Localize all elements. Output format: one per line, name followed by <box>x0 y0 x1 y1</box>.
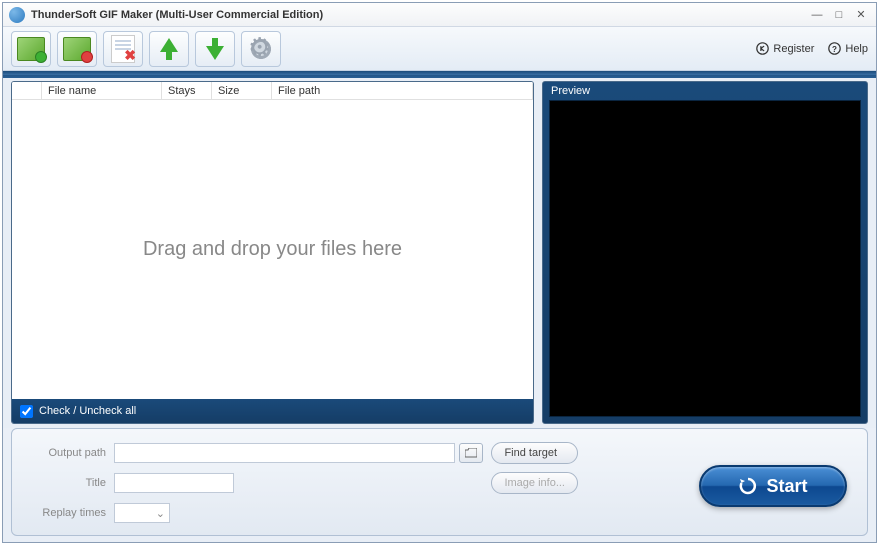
app-window: ThunderSoft GIF Maker (Multi-User Commer… <box>2 2 877 543</box>
toolbar: Register ? Help <box>3 27 876 71</box>
remove-image-icon <box>63 37 91 61</box>
browse-button[interactable] <box>459 443 483 463</box>
register-link[interactable]: Register <box>756 42 814 55</box>
arrow-up-icon <box>160 38 178 60</box>
col-filepath[interactable]: File path <box>272 82 533 99</box>
col-filename[interactable]: File name <box>42 82 162 99</box>
help-link[interactable]: ? Help <box>828 42 868 55</box>
drop-zone[interactable]: Drag and drop your files here <box>12 100 533 399</box>
help-icon: ? <box>828 42 841 55</box>
file-list: File name Stays Size File path Drag and … <box>12 82 533 399</box>
drop-zone-text: Drag and drop your files here <box>143 238 402 261</box>
clear-list-button[interactable] <box>103 31 143 67</box>
check-all-checkbox[interactable] <box>20 405 33 418</box>
start-label: Start <box>766 476 807 497</box>
image-info-button[interactable]: Image info... <box>491 472 578 494</box>
title-label: Title <box>26 477 106 489</box>
find-target-button[interactable]: Find target <box>491 442 578 464</box>
minimize-button[interactable]: — <box>808 8 826 22</box>
output-form: Output path Find target Title Image info… <box>26 441 586 523</box>
check-all-label: Check / Uncheck all <box>39 405 136 417</box>
window-title: ThunderSoft GIF Maker (Multi-User Commer… <box>31 9 804 21</box>
settings-button[interactable] <box>241 31 281 67</box>
titlebar: ThunderSoft GIF Maker (Multi-User Commer… <box>3 3 876 27</box>
svg-text:?: ? <box>832 45 837 54</box>
clear-doc-icon <box>111 35 135 63</box>
register-icon <box>756 42 769 55</box>
col-size[interactable]: Size <box>212 82 272 99</box>
close-button[interactable]: ✕ <box>852 8 870 22</box>
add-images-button[interactable] <box>11 31 51 67</box>
replay-times-label: Replay times <box>26 507 106 519</box>
check-all-bar: Check / Uncheck all <box>12 399 533 423</box>
list-header: File name Stays Size File path <box>12 82 533 100</box>
folder-icon <box>465 448 477 458</box>
gear-icon <box>249 37 273 61</box>
move-up-button[interactable] <box>149 31 189 67</box>
col-checkbox[interactable] <box>12 82 42 99</box>
help-label: Help <box>845 43 868 55</box>
remove-images-button[interactable] <box>57 31 97 67</box>
arrow-down-icon <box>206 38 224 60</box>
col-stays[interactable]: Stays <box>162 82 212 99</box>
preview-pane: Preview <box>542 81 868 424</box>
title-input[interactable] <box>114 473 234 493</box>
file-list-pane: File name Stays Size File path Drag and … <box>11 81 534 424</box>
move-down-button[interactable] <box>195 31 235 67</box>
maximize-button[interactable]: □ <box>830 8 848 22</box>
output-path-label: Output path <box>26 447 106 459</box>
bottom-panel: Output path Find target Title Image info… <box>11 428 868 536</box>
refresh-icon <box>738 476 758 496</box>
replay-times-combo[interactable]: ⌄ <box>114 503 170 523</box>
preview-label: Preview <box>543 82 867 100</box>
chevron-down-icon: ⌄ <box>156 507 165 520</box>
add-image-icon <box>17 37 45 61</box>
output-path-input[interactable] <box>114 443 455 463</box>
app-icon <box>9 7 25 23</box>
register-label: Register <box>773 43 814 55</box>
main-area: File name Stays Size File path Drag and … <box>3 71 876 428</box>
preview-area <box>549 100 861 417</box>
start-button[interactable]: Start <box>699 465 847 507</box>
